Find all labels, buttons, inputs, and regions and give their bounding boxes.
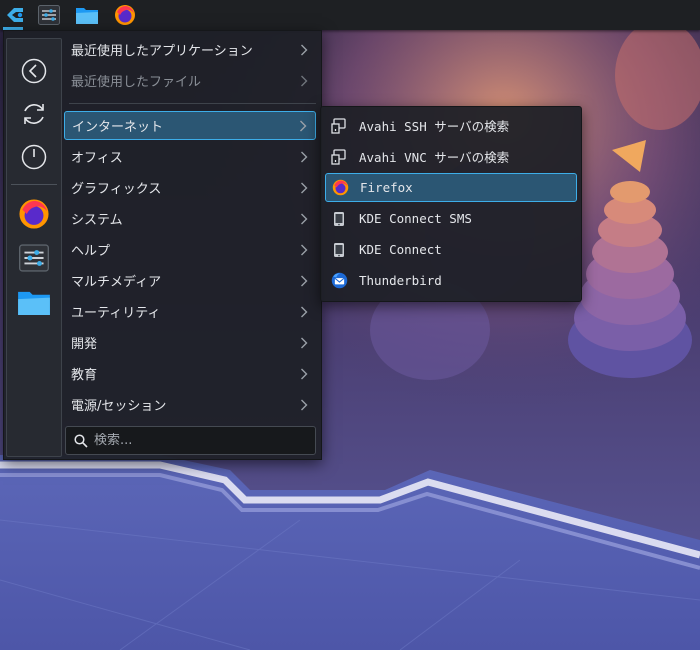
- category-recent-files[interactable]: 最近使用したファイル: [64, 66, 316, 95]
- favorite-file-manager[interactable]: [16, 284, 52, 320]
- chevron-right-icon: [292, 306, 316, 318]
- submenu-item-thunderbird[interactable]: Thunderbird: [325, 266, 577, 295]
- category-recent-applications[interactable]: 最近使用したアプリケーション: [64, 35, 316, 64]
- firefox-icon: [331, 179, 349, 197]
- category-power-session[interactable]: 電源/セッション: [64, 390, 316, 419]
- panel-task-file-manager[interactable]: [73, 2, 101, 28]
- category-system[interactable]: システム: [64, 204, 316, 233]
- category-label: マルチメディア: [71, 275, 162, 290]
- back-button[interactable]: [16, 53, 52, 89]
- kdeconnect-icon: [330, 241, 348, 259]
- category-label: 電源/セッション: [71, 399, 167, 414]
- category-multimedia[interactable]: マルチメディア: [64, 266, 316, 295]
- submenu-item-kdeconnect-sms[interactable]: KDE Connect SMS: [325, 204, 577, 233]
- internet-submenu: Avahi SSH サーバの検索 Avahi VNC サーバの検索 Firefox K…: [320, 106, 582, 302]
- category-office[interactable]: オフィス: [64, 142, 316, 171]
- submenu-item-label: KDE Connect: [359, 242, 442, 257]
- category-label: システム: [71, 213, 123, 228]
- submenu-item-label: KDE Connect SMS: [359, 211, 472, 226]
- chevron-right-icon: [292, 44, 316, 56]
- favorites-separator: [11, 184, 57, 185]
- search-icon: [74, 433, 88, 448]
- kde-logo-icon: [7, 8, 23, 22]
- chevron-right-icon: [292, 75, 316, 87]
- category-label: ヘルプ: [71, 244, 111, 259]
- category-label: 最近使用したファイル: [71, 75, 202, 90]
- system-settings-icon: [19, 244, 49, 272]
- file-manager-icon: [18, 291, 50, 315]
- submenu-item-label: Thunderbird: [359, 273, 442, 288]
- chevron-right-icon: [292, 244, 316, 256]
- firefox-icon: [115, 5, 135, 25]
- category-utilities[interactable]: ユーティリティ: [64, 297, 316, 326]
- power-icon: [21, 144, 47, 170]
- submenu-item-label: Firefox: [360, 180, 413, 195]
- submenu-item-kdeconnect[interactable]: KDE Connect: [325, 235, 577, 264]
- application-menu: 最近使用したアプリケーション 最近使用したファイル インターネット オフィスグラフィッ…: [3, 30, 322, 460]
- chevron-right-icon: [292, 275, 316, 287]
- category-label: オフィス: [71, 151, 123, 166]
- category-label: 開発: [71, 337, 98, 352]
- favorite-system-settings[interactable]: [16, 240, 52, 276]
- back-arrow-icon: [21, 58, 47, 84]
- category-separator: [69, 103, 316, 104]
- system-settings-icon: [38, 5, 60, 25]
- search-input[interactable]: [88, 433, 315, 448]
- network-search-icon: [330, 148, 348, 166]
- thunderbird-icon: [330, 272, 348, 290]
- restart-icon: [24, 104, 44, 124]
- chevron-right-icon: [292, 151, 316, 163]
- category-label: ユーティリティ: [71, 306, 161, 321]
- favorites-sidebar: [6, 38, 62, 457]
- category-help[interactable]: ヘルプ: [64, 235, 316, 264]
- network-search-icon: [330, 117, 348, 135]
- chevron-right-icon: [292, 337, 316, 349]
- search-box[interactable]: [65, 426, 316, 455]
- category-label: インターネット: [72, 120, 164, 135]
- category-education[interactable]: 教育: [64, 359, 316, 388]
- favorite-firefox[interactable]: [16, 196, 52, 232]
- panel-task-system-settings[interactable]: [35, 2, 63, 28]
- chevron-right-icon: [292, 368, 316, 380]
- firefox-icon: [19, 199, 49, 229]
- category-label: 最近使用したアプリケーション: [71, 44, 253, 59]
- kdeconnect-icon: [330, 210, 348, 228]
- submenu-item-avahi-ssh[interactable]: Avahi SSH サーバの検索: [325, 111, 577, 140]
- restart-button[interactable]: [16, 96, 52, 132]
- top-panel: [0, 0, 700, 30]
- category-graphics[interactable]: グラフィックス: [64, 173, 316, 202]
- submenu-item-label: Avahi VNC サーバの検索: [359, 150, 510, 165]
- submenu-item-label: Avahi SSH サーバの検索: [359, 119, 510, 134]
- panel-task-firefox[interactable]: [111, 2, 139, 28]
- application-launcher-button[interactable]: [1, 2, 29, 28]
- shutdown-button[interactable]: [16, 139, 52, 175]
- category-label: 教育: [71, 368, 98, 383]
- submenu-item-firefox[interactable]: Firefox: [325, 173, 577, 202]
- chevron-right-icon: [291, 120, 315, 132]
- category-label: グラフィックス: [71, 182, 162, 197]
- file-manager-icon: [76, 8, 98, 24]
- category-internet[interactable]: インターネット: [64, 111, 316, 140]
- chevron-right-icon: [292, 213, 316, 225]
- chevron-right-icon: [292, 399, 316, 411]
- category-development[interactable]: 開発: [64, 328, 316, 357]
- submenu-item-avahi-vnc[interactable]: Avahi VNC サーバの検索: [325, 142, 577, 171]
- chevron-right-icon: [292, 182, 316, 194]
